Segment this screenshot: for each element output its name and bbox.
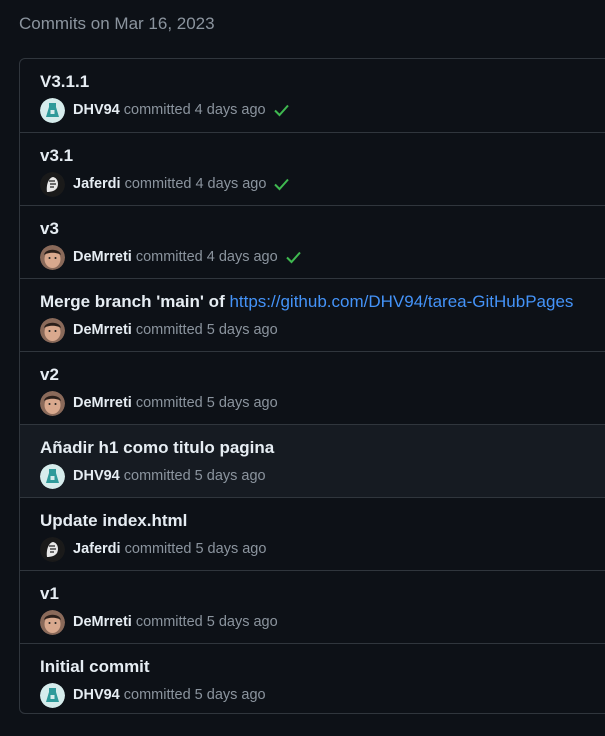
commit-group-title: Commits on Mar 16, 2023 [19, 14, 215, 33]
dhv94-avatar[interactable] [40, 682, 65, 708]
dhv94-avatar[interactable] [40, 97, 65, 123]
success-check-icon[interactable] [273, 103, 290, 117]
commit-row: Update index.html Jaferdi committed 5 da… [20, 497, 605, 570]
commit-row: V3.1.1 DHV94 committed 4 days ago [20, 59, 605, 132]
success-check-icon[interactable] [273, 177, 290, 191]
commit-time[interactable]: committed 4 days ago [136, 249, 278, 265]
commit-time[interactable]: committed 5 days ago [125, 541, 267, 557]
commit-meta: DeMrreti committed 5 days ago [40, 609, 278, 635]
commit-meta: DeMrreti committed 5 days ago [40, 390, 278, 416]
commit-row: v3 DeMrreti committed 4 days ago [20, 205, 605, 278]
commit-message[interactable]: v2 [40, 365, 59, 385]
commit-row: v3.1 Jaferdi committed 4 days ago [20, 132, 605, 205]
commit-author[interactable]: DHV94 [73, 687, 120, 703]
commit-message[interactable]: v3 [40, 219, 59, 239]
commit-meta: DeMrreti committed 5 days ago [40, 317, 278, 343]
commit-meta: DHV94 committed 4 days ago [40, 97, 290, 123]
commit-author[interactable]: DHV94 [73, 468, 120, 484]
commit-time[interactable]: committed 5 days ago [136, 395, 278, 411]
commit-meta: Jaferdi committed 4 days ago [40, 171, 290, 197]
commit-row: Añadir h1 como titulo pagina DHV94 commi… [20, 424, 605, 497]
demrreti-avatar[interactable] [40, 609, 65, 635]
commit-author[interactable]: Jaferdi [73, 176, 121, 192]
commit-row: Merge branch 'main' of https://github.co… [20, 278, 605, 351]
commit-list: V3.1.1 DHV94 committed 4 days ago v3.1 J… [19, 58, 605, 714]
commit-link[interactable]: https://github.com/DHV94/tarea-GitHubPag… [229, 292, 573, 311]
commit-time[interactable]: committed 5 days ago [124, 687, 266, 703]
commit-author[interactable]: DeMrreti [73, 322, 132, 338]
demrreti-avatar[interactable] [40, 317, 65, 343]
commit-time[interactable]: committed 4 days ago [125, 176, 267, 192]
dhv94-avatar[interactable] [40, 463, 65, 489]
demrreti-avatar[interactable] [40, 390, 65, 416]
commit-meta: Jaferdi committed 5 days ago [40, 536, 266, 562]
commit-author[interactable]: DeMrreti [73, 395, 132, 411]
jaferdi-avatar[interactable] [40, 171, 65, 197]
commit-meta: DHV94 committed 5 days ago [40, 682, 266, 708]
success-check-icon[interactable] [285, 250, 302, 264]
commit-meta: DeMrreti committed 4 days ago [40, 244, 302, 270]
commit-message[interactable]: v1 [40, 584, 59, 604]
jaferdi-avatar[interactable] [40, 536, 65, 562]
commit-message[interactable]: Merge branch 'main' of https://github.co… [40, 292, 573, 312]
commit-row: v2 DeMrreti committed 5 days ago [20, 351, 605, 424]
commit-message[interactable]: Update index.html [40, 511, 187, 531]
commit-message[interactable]: Initial commit [40, 657, 150, 677]
commit-time[interactable]: committed 4 days ago [124, 102, 266, 118]
commit-meta: DHV94 committed 5 days ago [40, 463, 266, 489]
commit-author[interactable]: DeMrreti [73, 249, 132, 265]
commit-message[interactable]: Añadir h1 como titulo pagina [40, 438, 274, 458]
commit-message[interactable]: V3.1.1 [40, 72, 89, 92]
commit-author[interactable]: Jaferdi [73, 541, 121, 557]
commit-time[interactable]: committed 5 days ago [124, 468, 266, 484]
commit-time[interactable]: committed 5 days ago [136, 614, 278, 630]
commit-author[interactable]: DHV94 [73, 102, 120, 118]
commit-row: v1 DeMrreti committed 5 days ago [20, 570, 605, 643]
commit-message[interactable]: v3.1 [40, 146, 73, 166]
commit-author[interactable]: DeMrreti [73, 614, 132, 630]
commit-row: Initial commit DHV94 committed 5 days ag… [20, 643, 605, 713]
demrreti-avatar[interactable] [40, 244, 65, 270]
commit-time[interactable]: committed 5 days ago [136, 322, 278, 338]
